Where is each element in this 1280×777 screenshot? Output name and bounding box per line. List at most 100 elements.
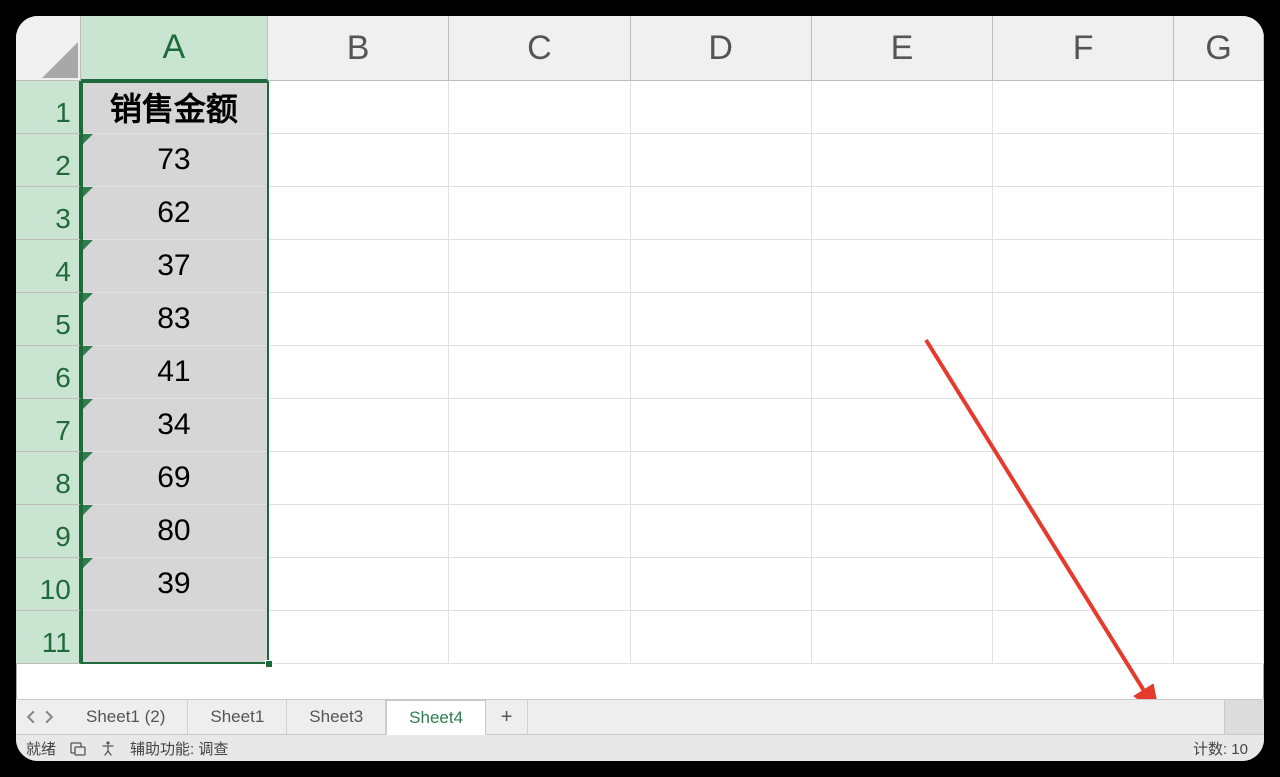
cell-G11[interactable]: [1174, 611, 1264, 664]
cell-C11[interactable]: [449, 611, 630, 664]
column-header-C[interactable]: C: [449, 16, 630, 81]
select-all-corner[interactable]: [16, 16, 81, 81]
cell-B2[interactable]: [268, 134, 449, 187]
row-header-4[interactable]: 4: [16, 240, 81, 293]
cell-G9[interactable]: [1174, 505, 1264, 558]
cell-D7[interactable]: [631, 399, 812, 452]
cell-F4[interactable]: [993, 240, 1174, 293]
row-header-1[interactable]: 1: [16, 81, 81, 134]
cell-B6[interactable]: [268, 346, 449, 399]
cell-D6[interactable]: [631, 346, 812, 399]
column-header-D[interactable]: D: [631, 16, 812, 81]
sheet-tab-sheet1(2)[interactable]: Sheet1 (2): [64, 700, 188, 734]
cell-F7[interactable]: [993, 399, 1174, 452]
tab-scroll-end[interactable]: [1224, 700, 1264, 734]
status-accessibility[interactable]: 辅助功能: 调查: [130, 738, 228, 759]
sheet-tab-sheet3[interactable]: Sheet3: [287, 700, 386, 734]
cell-D5[interactable]: [631, 293, 812, 346]
grid-area[interactable]: ABCDEFG 1销售金额273362437583641734869980103…: [16, 16, 1264, 699]
cell-B9[interactable]: [268, 505, 449, 558]
cell-E5[interactable]: [812, 293, 993, 346]
cell-E11[interactable]: [812, 611, 993, 664]
row-header-7[interactable]: 7: [16, 399, 81, 452]
row-header-6[interactable]: 6: [16, 346, 81, 399]
cell-C8[interactable]: [449, 452, 630, 505]
tab-scroll-area[interactable]: [528, 700, 1224, 734]
cell-A3[interactable]: 62: [81, 187, 268, 240]
cell-F10[interactable]: [993, 558, 1174, 611]
cell-G1[interactable]: [1174, 81, 1264, 134]
cell-A10[interactable]: 39: [81, 558, 268, 611]
cell-D8[interactable]: [631, 452, 812, 505]
accessibility-icon[interactable]: [100, 740, 116, 756]
row-header-2[interactable]: 2: [16, 134, 81, 187]
tab-next-icon[interactable]: [42, 710, 56, 724]
row-header-3[interactable]: 3: [16, 187, 81, 240]
cell-F11[interactable]: [993, 611, 1174, 664]
cell-B4[interactable]: [268, 240, 449, 293]
selection-fill-handle[interactable]: [265, 660, 273, 668]
cell-A4[interactable]: 37: [81, 240, 268, 293]
cell-E9[interactable]: [812, 505, 993, 558]
row-header-10[interactable]: 10: [16, 558, 81, 611]
cell-B3[interactable]: [268, 187, 449, 240]
cell-A9[interactable]: 80: [81, 505, 268, 558]
column-header-A[interactable]: A: [81, 16, 268, 81]
cell-G7[interactable]: [1174, 399, 1264, 452]
cell-F8[interactable]: [993, 452, 1174, 505]
cell-C9[interactable]: [449, 505, 630, 558]
macro-record-icon[interactable]: [70, 740, 86, 756]
tab-prev-icon[interactable]: [24, 710, 38, 724]
cell-B11[interactable]: [268, 611, 449, 664]
cell-A2[interactable]: 73: [81, 134, 268, 187]
cell-C1[interactable]: [449, 81, 630, 134]
sheet-tab-sheet4[interactable]: Sheet4: [386, 700, 486, 735]
cell-A6[interactable]: 41: [81, 346, 268, 399]
column-header-F[interactable]: F: [993, 16, 1174, 81]
cell-E8[interactable]: [812, 452, 993, 505]
cell-B5[interactable]: [268, 293, 449, 346]
cell-A11[interactable]: [81, 611, 268, 664]
cell-E7[interactable]: [812, 399, 993, 452]
cell-C10[interactable]: [449, 558, 630, 611]
cell-C2[interactable]: [449, 134, 630, 187]
cell-G2[interactable]: [1174, 134, 1264, 187]
cell-D1[interactable]: [631, 81, 812, 134]
cell-E6[interactable]: [812, 346, 993, 399]
cell-C3[interactable]: [449, 187, 630, 240]
cell-D2[interactable]: [631, 134, 812, 187]
cell-F6[interactable]: [993, 346, 1174, 399]
cell-F3[interactable]: [993, 187, 1174, 240]
row-header-9[interactable]: 9: [16, 505, 81, 558]
column-header-B[interactable]: B: [268, 16, 449, 81]
cell-B7[interactable]: [268, 399, 449, 452]
column-header-G[interactable]: G: [1174, 16, 1264, 81]
column-header-E[interactable]: E: [812, 16, 993, 81]
cell-D3[interactable]: [631, 187, 812, 240]
cell-C6[interactable]: [449, 346, 630, 399]
cell-D4[interactable]: [631, 240, 812, 293]
cell-A8[interactable]: 69: [81, 452, 268, 505]
cell-F2[interactable]: [993, 134, 1174, 187]
cell-C5[interactable]: [449, 293, 630, 346]
cell-G3[interactable]: [1174, 187, 1264, 240]
row-header-5[interactable]: 5: [16, 293, 81, 346]
cell-A7[interactable]: 34: [81, 399, 268, 452]
cell-F9[interactable]: [993, 505, 1174, 558]
cell-B8[interactable]: [268, 452, 449, 505]
cell-E3[interactable]: [812, 187, 993, 240]
cell-G8[interactable]: [1174, 452, 1264, 505]
cell-G5[interactable]: [1174, 293, 1264, 346]
row-header-8[interactable]: 8: [16, 452, 81, 505]
cell-F5[interactable]: [993, 293, 1174, 346]
cell-B10[interactable]: [268, 558, 449, 611]
cell-D11[interactable]: [631, 611, 812, 664]
cell-G4[interactable]: [1174, 240, 1264, 293]
cell-D10[interactable]: [631, 558, 812, 611]
sheet-tab-sheet1[interactable]: Sheet1: [188, 700, 287, 734]
add-sheet-button[interactable]: +: [486, 700, 528, 734]
cell-G6[interactable]: [1174, 346, 1264, 399]
cell-E10[interactable]: [812, 558, 993, 611]
cell-E4[interactable]: [812, 240, 993, 293]
row-header-11[interactable]: 11: [16, 611, 81, 664]
